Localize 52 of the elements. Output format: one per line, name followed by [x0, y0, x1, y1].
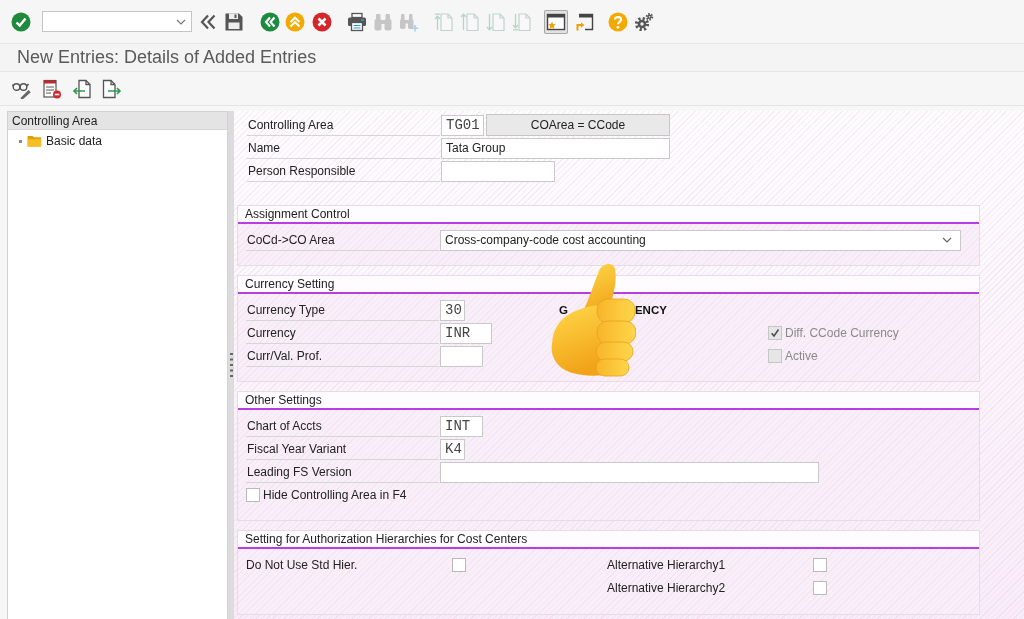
input-field[interactable]: INT [440, 415, 483, 437]
field-label: Chart of Accts [246, 415, 439, 437]
checkbox-label: Active [785, 349, 818, 363]
screen-title: New Entries: Details of Added Entries [17, 47, 317, 68]
dropdown[interactable]: Cross-company-code cost accounting [440, 229, 961, 251]
input-field[interactable]: Tata Group [441, 137, 670, 159]
checkbox-label: Alternative Hierarchy1 [607, 558, 727, 572]
checkbox[interactable] [813, 558, 827, 572]
field-label: Controlling Area [247, 114, 440, 136]
checkbox[interactable] [813, 581, 827, 595]
field-label: Curr/Val. Prof. [246, 345, 439, 367]
tree-header: Controlling Area [8, 112, 227, 130]
checkbox[interactable] [246, 488, 260, 502]
input-field[interactable]: 30 [440, 299, 465, 321]
field-label: CoCd->CO Area [246, 229, 439, 251]
input-field[interactable]: K4 [440, 438, 465, 460]
checkbox-label: Hide Controlling Area in F4 [263, 488, 407, 502]
page-arrow-left-icon[interactable] [72, 78, 92, 99]
tree-item[interactable]: Basic data [19, 132, 107, 150]
input-field[interactable]: TG01 [441, 114, 484, 136]
section-header: Assignment Control [238, 206, 979, 224]
push-button[interactable]: COArea = CCode [486, 114, 670, 136]
field-label: Fiscal Year Variant [246, 438, 439, 460]
input-field[interactable] [441, 160, 555, 182]
caption-text: ENCY [634, 304, 667, 316]
tree-bullet-icon [19, 139, 22, 143]
field-label: Currency [246, 322, 439, 344]
field-label: Leading FS Version [246, 461, 439, 483]
input-field[interactable]: INR [440, 322, 492, 344]
chevron-down-icon [942, 237, 952, 243]
section-header: Other Settings [238, 392, 979, 410]
field-label: Name [247, 137, 440, 159]
checkbox[interactable] [452, 558, 466, 572]
delete-row-icon[interactable] [42, 78, 62, 99]
splitter-bar[interactable] [228, 111, 234, 619]
section-header: Setting for Authorization Hierarchies for Cost Centers [238, 531, 979, 549]
input-field[interactable] [440, 461, 819, 483]
folder-icon [27, 135, 42, 147]
field-label: Person Responsible [247, 160, 440, 182]
field-label: Currency Type [246, 299, 439, 321]
caption-text: G [559, 304, 568, 316]
input-field[interactable] [440, 345, 483, 367]
command-field[interactable] [42, 11, 192, 32]
page-arrow-right-icon[interactable] [102, 78, 122, 99]
chevron-down-icon [176, 18, 186, 25]
thumbs-up-icon [550, 262, 636, 378]
checkbox-label: Alternative Hierarchy2 [607, 581, 727, 595]
section-header: Currency Setting [238, 276, 979, 294]
checkbox-label: Do Not Use Std Hier. [246, 558, 359, 572]
checkbox-label: Diff. CCode Currency [785, 326, 899, 340]
splitter-grip-icon [229, 353, 233, 377]
check-mark-icon [770, 328, 780, 338]
